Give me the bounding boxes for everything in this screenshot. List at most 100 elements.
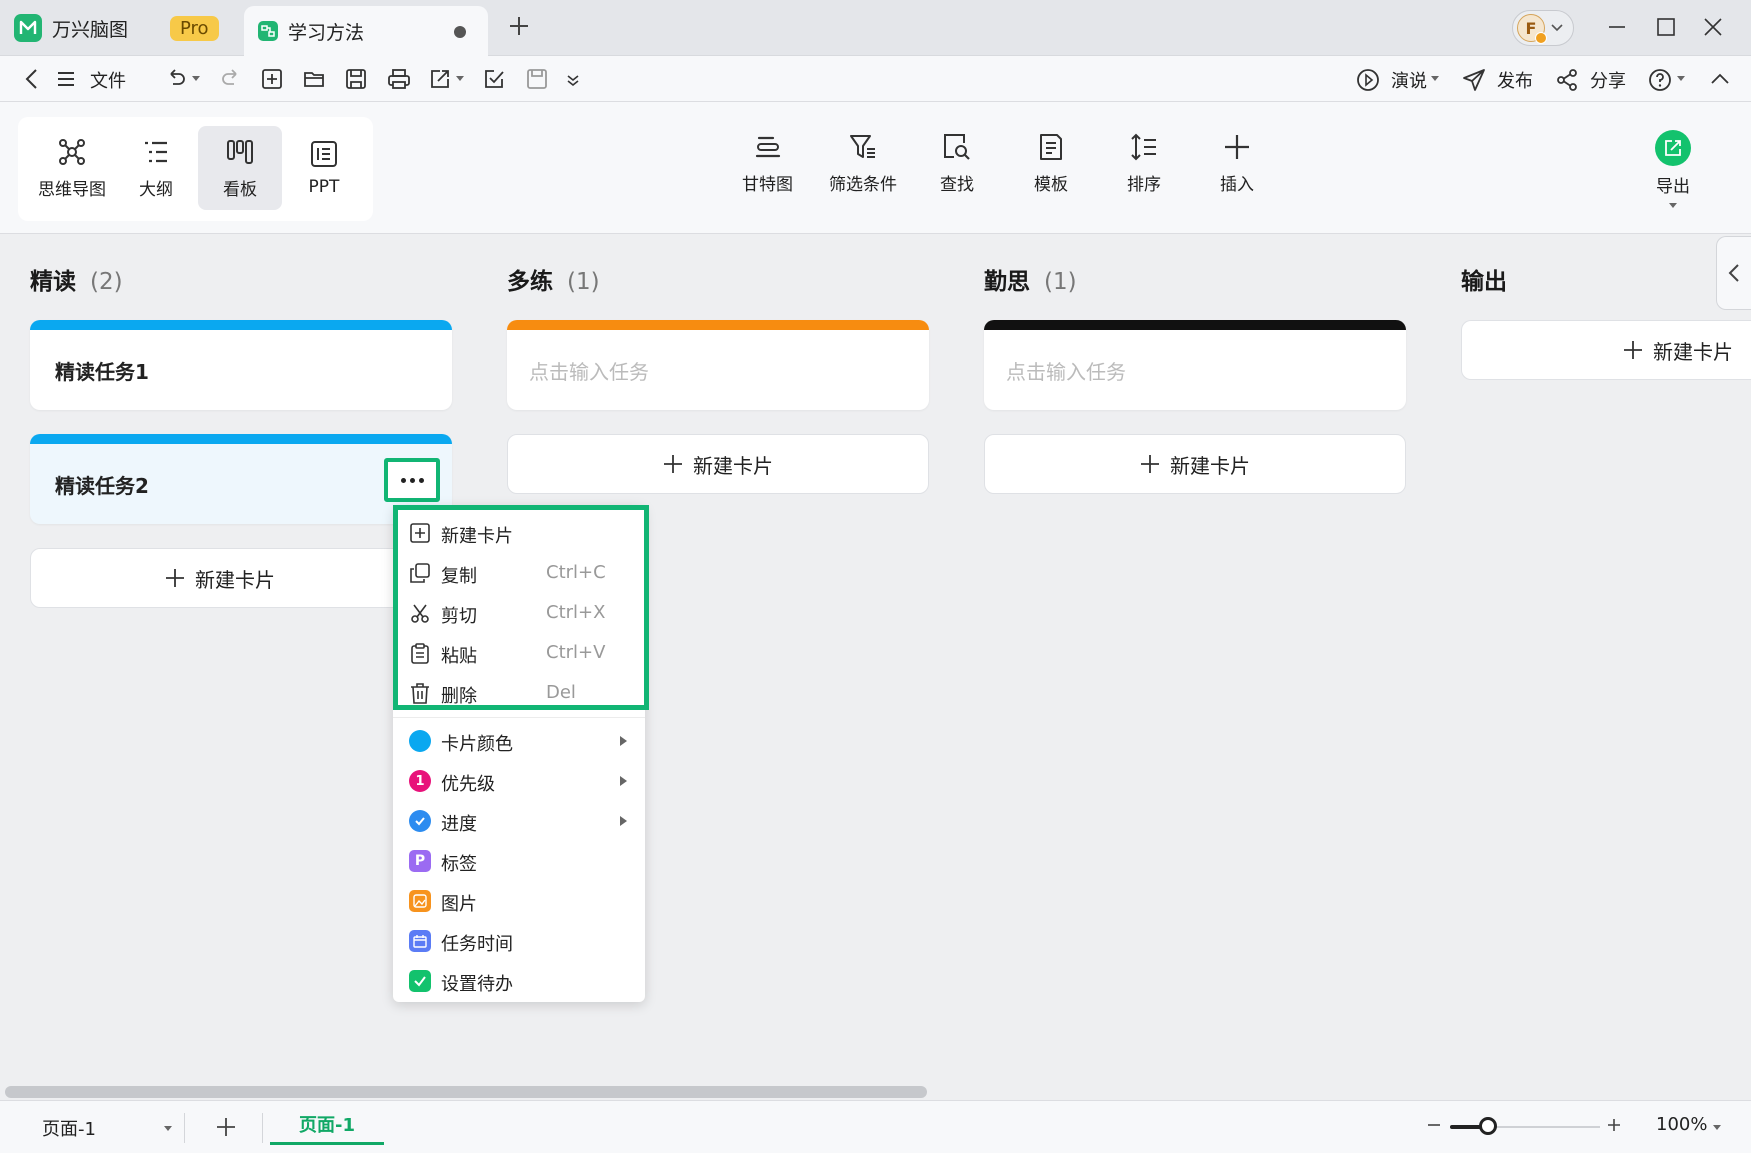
submenu-arrow-icon (620, 776, 627, 786)
export-icon (1655, 130, 1691, 166)
user-account-menu[interactable]: F (1512, 10, 1574, 46)
redo-icon[interactable] (220, 68, 242, 90)
new-card-button[interactable]: 新建卡片 (30, 548, 410, 608)
task-card[interactable]: 精读任务1 (30, 320, 452, 410)
menu-item-copy[interactable]: 复制 Ctrl+C (393, 553, 645, 593)
view-outline-button[interactable]: 大纲 (114, 126, 198, 210)
find-label: 查找 (940, 175, 974, 195)
menu-item-progress[interactable]: 进度 (393, 801, 645, 841)
publish-button[interactable]: 发布 (1497, 67, 1533, 93)
column-title-3[interactable]: 勤思 (1) (984, 262, 1077, 296)
export-button[interactable]: 导出 (1655, 130, 1691, 208)
view-switcher: 思维导图 大纲 看板 PPT (18, 117, 373, 221)
page-select-dropdown[interactable]: 页面-1 (28, 1111, 182, 1145)
more-toolbar-chevron-icon[interactable] (565, 68, 581, 90)
filter-button[interactable]: 筛选条件 (829, 132, 897, 195)
save-icon[interactable] (345, 68, 367, 90)
column-count: (1) (567, 269, 600, 295)
new-card-button[interactable]: 新建卡片 (984, 434, 1406, 494)
view-kanban-label: 看板 (223, 179, 257, 200)
horizontal-scrollbar-thumb[interactable] (5, 1086, 927, 1098)
zoom-in-plus-icon[interactable] (1606, 1117, 1622, 1133)
file-menu[interactable]: 文件 (90, 67, 126, 93)
share-button[interactable]: 分享 (1590, 67, 1626, 93)
page-tab-active[interactable]: 页面-1 (270, 1105, 384, 1145)
menu-item-cut[interactable]: 剪切 Ctrl+X (393, 593, 645, 633)
minimize-icon[interactable] (1606, 16, 1628, 38)
plus-icon (664, 455, 682, 473)
add-page-plus-icon[interactable] (215, 1116, 237, 1138)
export-caret[interactable] (1669, 203, 1677, 208)
document-tab[interactable]: 学习方法 (244, 6, 488, 56)
menu-item-new-card[interactable]: 新建卡片 (393, 513, 645, 553)
undo-dropdown-caret[interactable] (192, 76, 200, 81)
view-ppt-button[interactable]: PPT (282, 126, 366, 210)
sort-button[interactable]: 排序 (1127, 132, 1161, 195)
image-icon (409, 890, 431, 912)
menu-item-label: 图片 (441, 894, 477, 915)
present-button[interactable]: 演说 (1391, 67, 1427, 93)
help-dropdown-caret[interactable] (1677, 76, 1685, 81)
hamburger-menu-icon[interactable] (56, 68, 76, 90)
publish-send-icon[interactable] (1462, 68, 1486, 92)
export-label: 导出 (1656, 177, 1690, 197)
avatar: F (1517, 14, 1547, 44)
help-icon[interactable] (1648, 68, 1672, 92)
side-panel-toggle[interactable] (1716, 236, 1751, 310)
new-tab-plus-icon[interactable] (508, 15, 530, 37)
column-name: 输出 (1461, 269, 1507, 295)
task-card-empty[interactable]: 点击输入任务 (984, 320, 1406, 410)
column-title-4[interactable]: 输出 (1461, 262, 1507, 296)
unsaved-dot-icon[interactable] (454, 26, 466, 38)
menu-item-task-time[interactable]: 任务时间 (393, 921, 645, 961)
open-folder-icon[interactable] (303, 68, 325, 90)
menu-item-set-todo[interactable]: 设置待办 (393, 961, 645, 1001)
export-dropdown-caret[interactable] (456, 76, 464, 81)
menu-item-delete[interactable]: 删除 Del (393, 673, 645, 713)
collapse-ribbon-chevron-up-icon[interactable] (1709, 68, 1731, 90)
zoom-out-minus-icon[interactable] (1426, 1117, 1442, 1133)
view-kanban-button[interactable]: 看板 (198, 126, 282, 210)
insert-button[interactable]: 插入 (1220, 132, 1254, 195)
check-edit-icon[interactable] (483, 68, 505, 90)
export-file-icon[interactable] (429, 68, 451, 90)
close-icon[interactable] (1702, 16, 1724, 38)
gantt-button[interactable]: 甘特图 (742, 132, 793, 195)
maximize-icon[interactable] (1655, 16, 1677, 38)
zoom-dropdown-caret[interactable] (1713, 1125, 1721, 1130)
menu-item-image[interactable]: 图片 (393, 881, 645, 921)
column-title-2[interactable]: 多练 (1) (507, 262, 600, 296)
back-arrow-icon[interactable] (22, 68, 42, 90)
ppt-slide-icon (311, 141, 337, 167)
zoom-level[interactable]: 100% (1656, 1114, 1707, 1135)
task-card-empty[interactable]: 点击输入任务 (507, 320, 929, 410)
menu-item-tag[interactable]: P 标签 (393, 841, 645, 881)
app-logo-icon (14, 14, 42, 42)
menu-item-card-color[interactable]: 卡片颜色 (393, 721, 645, 761)
zoom-slider-handle[interactable] (1479, 1117, 1497, 1135)
menu-item-priority[interactable]: 1 优先级 (393, 761, 645, 801)
view-mindmap-button[interactable]: 思维导图 (30, 126, 114, 210)
undo-icon[interactable] (165, 68, 187, 90)
app-home-tab[interactable]: 万兴脑图 Pro (14, 8, 219, 48)
present-dropdown-caret[interactable] (1431, 76, 1439, 81)
share-icon[interactable] (1555, 68, 1579, 92)
pro-badge[interactable]: Pro (170, 15, 219, 41)
submenu-arrow-icon (620, 816, 627, 826)
card-placeholder: 点击输入任务 (1006, 360, 1126, 384)
present-play-icon[interactable] (1356, 68, 1380, 92)
save-as-icon[interactable] (526, 68, 548, 90)
card-more-options-button[interactable] (384, 458, 440, 502)
column-title-1[interactable]: 精读 (2) (30, 262, 123, 296)
new-file-icon[interactable] (261, 68, 283, 90)
view-ppt-label: PPT (308, 177, 340, 197)
find-button[interactable]: 查找 (940, 132, 974, 195)
template-button[interactable]: 模板 (1034, 132, 1068, 195)
new-card-button[interactable]: 新建卡片 (1461, 320, 1751, 380)
new-card-button[interactable]: 新建卡片 (507, 434, 929, 494)
insert-plus-icon (1225, 135, 1249, 159)
menu-item-label: 优先级 (441, 774, 495, 795)
print-icon[interactable] (387, 68, 411, 90)
menu-item-paste[interactable]: 粘贴 Ctrl+V (393, 633, 645, 673)
card-color-bar (30, 320, 452, 330)
